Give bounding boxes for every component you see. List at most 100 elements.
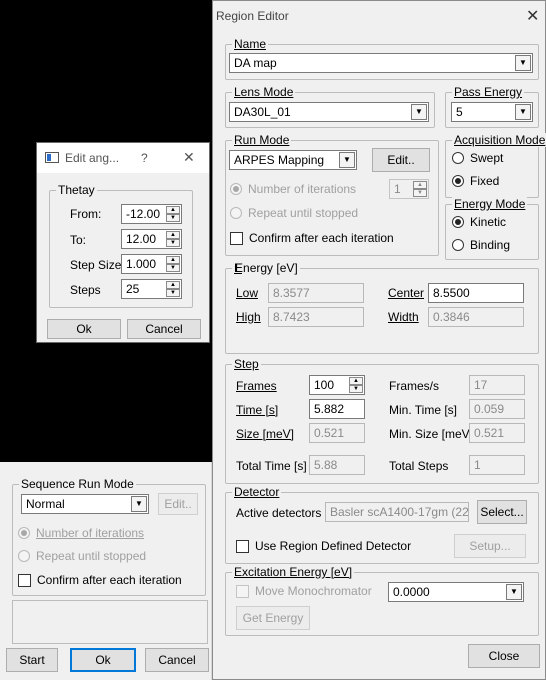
repeat-until-stopped-radio[interactable]: Repeat until stopped bbox=[230, 205, 358, 221]
region-editor-title: Region Editor bbox=[216, 9, 289, 23]
spin-icon[interactable]: ▲ ▼ bbox=[413, 181, 427, 197]
active-detectors-input[interactable]: Basler scA1400-17gm (22848 bbox=[325, 502, 469, 522]
sequence-run-mode-label: Sequence Run Mode bbox=[19, 477, 136, 491]
checkbox-icon bbox=[18, 573, 31, 587]
pass-energy-label: Pass Energy bbox=[452, 85, 525, 99]
run-mode-value: ARPES Mapping bbox=[234, 153, 325, 167]
center-input[interactable]: 8.5500 bbox=[428, 283, 524, 303]
lens-mode-value: DA30L_01 bbox=[234, 105, 291, 119]
iterations-value: 1 bbox=[394, 182, 401, 196]
step-size-input[interactable]: 1.000 ▲ ▼ bbox=[121, 254, 182, 274]
low-label: Low bbox=[236, 286, 259, 300]
chevron-down-icon[interactable]: ▼ bbox=[515, 55, 531, 71]
center-label: Center bbox=[388, 286, 425, 300]
high-input[interactable]: 8.7423 bbox=[268, 307, 364, 327]
sequence-cancel-button[interactable]: Cancel bbox=[145, 648, 209, 672]
move-monochromator-label: Move Monochromator bbox=[255, 584, 372, 598]
number-of-iterations-label: Number of iterations bbox=[248, 182, 357, 196]
spin-icon[interactable]: ▲ ▼ bbox=[166, 231, 180, 247]
sequence-confirm-checkbox[interactable]: Confirm after each iteration bbox=[18, 572, 182, 588]
chevron-down-icon[interactable]: ▼ bbox=[131, 496, 147, 512]
run-mode-edit-button[interactable]: Edit.. bbox=[372, 148, 430, 172]
sequence-repeat-until-stopped-radio[interactable]: Repeat until stopped bbox=[18, 548, 146, 564]
radio-icon bbox=[452, 239, 464, 251]
dialog-cancel-button[interactable]: Cancel bbox=[127, 319, 201, 339]
close-icon[interactable]: ✕ bbox=[526, 6, 539, 26]
high-label: High bbox=[236, 310, 261, 324]
chevron-down-icon[interactable]: ▼ bbox=[506, 584, 522, 600]
frames-value: 100 bbox=[314, 378, 335, 392]
kinetic-label: Kinetic bbox=[470, 215, 507, 229]
confirm-each-iteration-checkbox[interactable]: Confirm after each iteration bbox=[230, 230, 394, 246]
energy-group-label: EEnergy [eV] bbox=[232, 261, 300, 275]
help-icon[interactable]: ? bbox=[141, 151, 148, 165]
sequence-ok-button[interactable]: Ok bbox=[70, 648, 136, 672]
excitation-energy-value: 0.0000 bbox=[393, 585, 430, 599]
total-steps-input[interactable]: 1 bbox=[469, 455, 525, 475]
get-energy-button[interactable]: Get Energy bbox=[236, 606, 310, 630]
min-size-label: Min. Size [meV] bbox=[389, 427, 474, 441]
sequence-edit-button[interactable]: Edit.. bbox=[158, 493, 198, 515]
close-button[interactable]: Close bbox=[468, 644, 540, 668]
use-region-detector-label: Use Region Defined Detector bbox=[255, 539, 412, 553]
sequence-number-of-iterations-radio[interactable]: Number of iterations bbox=[18, 525, 144, 541]
radio-icon bbox=[18, 527, 30, 539]
number-of-iterations-radio[interactable]: Number of iterations bbox=[230, 181, 356, 197]
active-detectors-label: Active detectors bbox=[236, 506, 322, 520]
start-button[interactable]: Start bbox=[6, 648, 58, 672]
chevron-down-icon[interactable]: ▼ bbox=[515, 104, 531, 120]
setup-button[interactable]: Setup... bbox=[454, 534, 526, 558]
spin-icon[interactable]: ▲ ▼ bbox=[166, 281, 180, 297]
binding-radio[interactable]: Binding bbox=[452, 237, 510, 253]
total-time-input[interactable]: 5.88 bbox=[309, 455, 365, 475]
sequence-mode-select[interactable]: Normal ▼ bbox=[21, 494, 149, 514]
pass-energy-value: 5 bbox=[456, 105, 463, 119]
window-icon bbox=[45, 152, 59, 163]
excitation-energy-select[interactable]: 0.0000 ▼ bbox=[388, 582, 524, 602]
frames-input[interactable]: 100 ▲ ▼ bbox=[309, 375, 365, 395]
frames-label: Frames bbox=[236, 379, 277, 393]
min-time-label: Min. Time [s] bbox=[389, 403, 458, 417]
name-select[interactable]: DA map ▼ bbox=[229, 53, 533, 73]
from-input[interactable]: -12.00 ▲ ▼ bbox=[121, 204, 182, 224]
steps-input[interactable]: 25 ▲ ▼ bbox=[121, 279, 182, 299]
frames-per-second-input[interactable]: 17 bbox=[469, 375, 525, 395]
spin-icon[interactable]: ▲ ▼ bbox=[166, 256, 180, 272]
dialog-ok-button[interactable]: Ok bbox=[47, 319, 121, 339]
chevron-down-icon[interactable]: ▼ bbox=[339, 152, 355, 168]
total-steps-label: Total Steps bbox=[389, 459, 449, 473]
width-label: Width bbox=[388, 310, 419, 324]
width-input[interactable]: 0.3846 bbox=[428, 307, 524, 327]
run-mode-select[interactable]: ARPES Mapping ▼ bbox=[229, 150, 357, 170]
size-input[interactable]: 0.521 bbox=[309, 423, 365, 443]
run-mode-label: Run Mode bbox=[232, 133, 292, 147]
iterations-input[interactable]: 1 ▲ ▼ bbox=[389, 179, 429, 199]
repeat-until-stopped-label: Repeat until stopped bbox=[248, 206, 359, 220]
kinetic-radio[interactable]: Kinetic bbox=[452, 214, 506, 230]
spin-icon[interactable]: ▲ ▼ bbox=[166, 206, 180, 222]
sequence-status-area bbox=[12, 600, 208, 644]
time-input[interactable]: 5.882 bbox=[309, 399, 365, 419]
edit-angle-dialog: Edit ang... ? ✕ Thetay From: -12.00 ▲ ▼ T… bbox=[36, 142, 210, 343]
move-monochromator-checkbox[interactable]: Move Monochromator bbox=[236, 583, 372, 599]
close-icon[interactable]: ✕ bbox=[183, 150, 195, 164]
pass-energy-select[interactable]: 5 ▼ bbox=[451, 102, 533, 122]
radio-icon bbox=[18, 550, 30, 562]
min-size-input[interactable]: 0.521 bbox=[469, 423, 525, 443]
to-input[interactable]: 12.00 ▲ ▼ bbox=[121, 229, 182, 249]
checkbox-icon bbox=[236, 584, 249, 598]
radio-icon bbox=[230, 207, 242, 219]
low-input[interactable]: 8.3577 bbox=[268, 283, 364, 303]
use-region-detector-checkbox[interactable]: Use Region Defined Detector bbox=[236, 538, 411, 554]
select-detector-button[interactable]: Select... bbox=[477, 500, 527, 524]
lens-mode-select[interactable]: DA30L_01 ▼ bbox=[229, 102, 429, 122]
sequence-number-of-iterations-label: Number of iterations bbox=[36, 526, 145, 540]
size-label: Size [meV] bbox=[236, 427, 295, 441]
fixed-radio[interactable]: Fixed bbox=[452, 173, 499, 189]
chevron-down-icon[interactable]: ▼ bbox=[411, 104, 427, 120]
radio-icon bbox=[230, 183, 242, 195]
swept-radio[interactable]: Swept bbox=[452, 150, 503, 166]
from-label: From: bbox=[70, 207, 102, 221]
spin-icon[interactable]: ▲ ▼ bbox=[349, 377, 363, 393]
min-time-input[interactable]: 0.059 bbox=[469, 399, 525, 419]
